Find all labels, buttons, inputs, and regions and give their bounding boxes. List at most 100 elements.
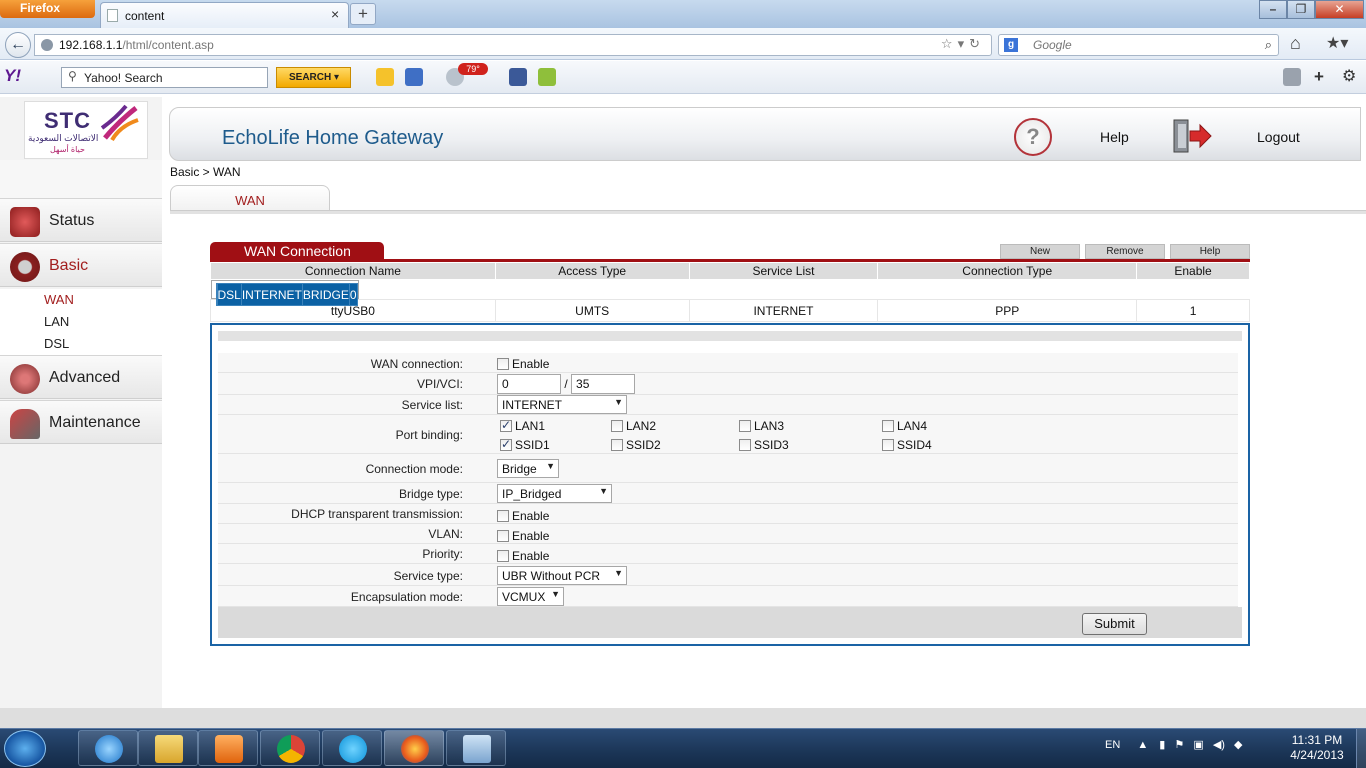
clock[interactable]: 11:31 PM 4/24/2013 xyxy=(1284,733,1350,763)
mail-icon[interactable] xyxy=(405,68,423,86)
vci-input[interactable]: 35 xyxy=(571,374,636,394)
flag-icon[interactable]: ⚑ xyxy=(1174,739,1184,751)
dropbox-icon[interactable]: ◆ xyxy=(1234,739,1242,751)
service-list-select[interactable]: INTERNET ▼ xyxy=(497,395,627,414)
google-icon[interactable]: g xyxy=(1004,38,1018,52)
dhcp-enable-checkbox[interactable] xyxy=(497,510,509,522)
checkbox-ssid1[interactable] xyxy=(500,437,512,451)
taskbar-media-player[interactable] xyxy=(198,730,258,766)
show-hidden-icons[interactable]: ▲ xyxy=(1137,739,1148,751)
nav-sub-wan[interactable]: WAN xyxy=(0,289,162,311)
taskbar-ie[interactable] xyxy=(78,730,138,766)
connection-mode-select[interactable]: Bridge ▼ xyxy=(497,459,559,478)
nav-sub-lan[interactable]: LAN xyxy=(0,311,162,333)
back-button[interactable]: ← xyxy=(5,32,31,58)
checkbox-lan1[interactable] xyxy=(500,418,512,432)
port-ssid1[interactable]: SSID1 xyxy=(500,437,550,452)
checkbox-lan2[interactable] xyxy=(611,420,623,432)
nav-status-label: Status xyxy=(49,212,95,229)
remove-button[interactable]: Remove xyxy=(1085,244,1165,259)
search-icon: ⚲ xyxy=(68,69,77,83)
yahoo-search-button[interactable]: SEARCH ▾ xyxy=(276,67,351,88)
yahoo-search-input[interactable]: ⚲ Yahoo! Search xyxy=(61,67,268,88)
volume-icon[interactable]: ◀) xyxy=(1213,739,1225,751)
maximize-icon[interactable]: ❐ xyxy=(1287,0,1315,19)
new-tab-button[interactable]: + xyxy=(350,3,376,25)
bridge-type-select[interactable]: IP_Bridged ▼ xyxy=(497,484,612,503)
checkbox-ssid3[interactable] xyxy=(739,439,751,451)
bridge-type-field: IP_Bridged ▼ xyxy=(497,484,612,503)
search-icon[interactable]: ⌕ xyxy=(1265,37,1272,53)
vpi-input[interactable]: 0 xyxy=(497,374,561,394)
port-ssid3[interactable]: SSID3 xyxy=(739,438,789,452)
table-row[interactable]: ttyUSB0 UMTS INTERNET PPP 1 xyxy=(210,299,1250,322)
taskbar-skype[interactable] xyxy=(322,730,382,766)
taskbar-explorer[interactable] xyxy=(138,730,198,766)
port-lan4[interactable]: LAN4 xyxy=(882,419,927,433)
nav-sub-dsl[interactable]: DSL xyxy=(0,333,162,355)
facebook-icon[interactable] xyxy=(509,68,527,86)
row-service-type: Service type: UBR Without PCR ▼ xyxy=(218,564,1238,586)
messenger-icon[interactable] xyxy=(376,68,394,86)
google-search-placeholder: Google xyxy=(1033,38,1072,52)
port-lan2[interactable]: LAN2 xyxy=(611,419,656,433)
add-icon[interactable]: + xyxy=(1314,67,1324,87)
close-icon[interactable]: ✕ xyxy=(1315,0,1364,19)
logout-icon[interactable] xyxy=(1172,118,1212,154)
taskbar-firefox[interactable] xyxy=(384,730,444,766)
table-cell: UMTS xyxy=(494,299,690,322)
checkbox-lan4[interactable] xyxy=(882,420,894,432)
help-icon[interactable]: ? xyxy=(1014,118,1052,156)
vpi-vci-field: 0 / 35 xyxy=(497,374,636,394)
tab-wan[interactable]: WAN xyxy=(170,185,330,211)
nav-spacer xyxy=(0,160,162,198)
browser-tab[interactable]: content × xyxy=(100,2,349,28)
port-ssid2[interactable]: SSID2 xyxy=(611,438,661,452)
gear-icon[interactable]: ⚙ xyxy=(1342,66,1356,86)
google-search-box[interactable]: g Google ⌕ xyxy=(998,34,1279,56)
flickr-icon[interactable] xyxy=(538,68,556,86)
logout-link[interactable]: Logout xyxy=(1257,129,1300,145)
taskbar-chrome[interactable] xyxy=(260,730,320,766)
vlan-enable-checkbox[interactable] xyxy=(497,530,509,542)
checkbox-lan3[interactable] xyxy=(739,420,751,432)
url-bar[interactable]: 192.168.1.1/html/content.asp ☆▾↻ xyxy=(34,34,992,56)
close-tab-icon[interactable]: × xyxy=(331,6,339,22)
start-button[interactable] xyxy=(4,730,46,767)
language-indicator[interactable]: EN xyxy=(1105,739,1120,751)
checkbox-ssid4[interactable] xyxy=(882,439,894,451)
row-vlan: VLAN: Enable xyxy=(218,524,1238,544)
nav-advanced[interactable]: Advanced xyxy=(0,355,162,399)
submit-button[interactable]: Submit xyxy=(1082,613,1147,635)
stc-logo-arabic: الاتصالات السعودية xyxy=(28,133,99,143)
new-button[interactable]: New xyxy=(1000,244,1080,259)
taskbar-network[interactable] xyxy=(446,730,506,766)
show-desktop-button[interactable] xyxy=(1356,729,1366,768)
nav-maintenance[interactable]: Maintenance xyxy=(0,400,162,444)
wan-enable-checkbox[interactable] xyxy=(497,358,509,370)
port-lan1[interactable]: LAN1 xyxy=(500,418,545,433)
help-button[interactable]: Help xyxy=(1170,244,1250,259)
service-type-select[interactable]: UBR Without PCR ▼ xyxy=(497,566,627,585)
signal-icon[interactable]: ▮ xyxy=(1159,739,1165,751)
list-icon[interactable] xyxy=(1283,68,1301,86)
yahoo-logo[interactable]: Y! xyxy=(4,66,21,86)
column-header: Connection Type xyxy=(877,262,1138,280)
table-row[interactable]: DSL INTERNET BRIDGE 0 xyxy=(210,280,359,306)
firefox-menu-button[interactable]: Firefox xyxy=(0,0,95,18)
bookmark-star-icon[interactable]: ☆▾↻ xyxy=(941,36,985,52)
port-ssid4[interactable]: SSID4 xyxy=(882,438,932,452)
checkbox-ssid2[interactable] xyxy=(611,439,623,451)
home-icon[interactable]: ⌂ xyxy=(1290,33,1301,54)
device-icon[interactable]: ▣ xyxy=(1193,739,1203,751)
bookmarks-icon[interactable]: ★▾ xyxy=(1326,33,1348,53)
priority-enable-checkbox[interactable] xyxy=(497,550,509,562)
encapsulation-select[interactable]: VCMUX ▼ xyxy=(497,587,564,606)
service-list-field: INTERNET ▼ xyxy=(497,395,627,414)
help-link[interactable]: Help xyxy=(1100,129,1129,145)
nav-status[interactable]: Status xyxy=(0,198,162,242)
nav-basic[interactable]: Basic xyxy=(0,243,162,287)
port-lan3[interactable]: LAN3 xyxy=(739,419,784,433)
row-wan-connection: WAN connection: Enable xyxy=(218,353,1238,373)
minimize-icon[interactable]: – xyxy=(1259,0,1287,19)
